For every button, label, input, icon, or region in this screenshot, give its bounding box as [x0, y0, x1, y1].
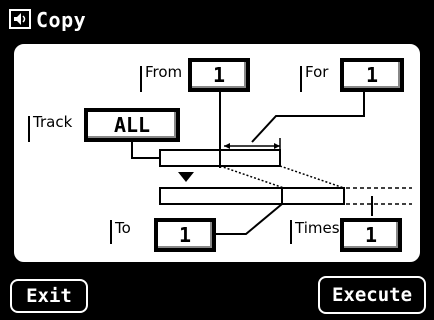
for-label: For: [305, 63, 329, 81]
track-value: ALL: [86, 110, 178, 140]
title-bar: Copy: [0, 0, 434, 38]
execute-button[interactable]: Execute: [318, 276, 426, 314]
times-button[interactable]: 1: [340, 218, 402, 252]
exit-button[interactable]: Exit: [10, 279, 88, 313]
to-button[interactable]: 1: [154, 218, 216, 252]
arrow-down-icon: [178, 172, 194, 182]
for-value: 1: [342, 60, 402, 90]
times-label: Times: [295, 219, 340, 237]
to-label: To: [115, 219, 131, 237]
speaker-icon: [9, 9, 31, 29]
from-label: From: [145, 63, 183, 81]
copy-panel: Track From For To Times ALL 1 1 1 1: [12, 42, 422, 264]
track-button[interactable]: ALL: [84, 108, 180, 142]
from-button[interactable]: 1: [188, 58, 250, 92]
times-value: 1: [342, 220, 400, 250]
track-label: Track: [33, 113, 73, 131]
for-button[interactable]: 1: [340, 58, 404, 92]
from-value: 1: [190, 60, 248, 90]
to-value: 1: [156, 220, 214, 250]
page-title: Copy: [36, 8, 87, 32]
